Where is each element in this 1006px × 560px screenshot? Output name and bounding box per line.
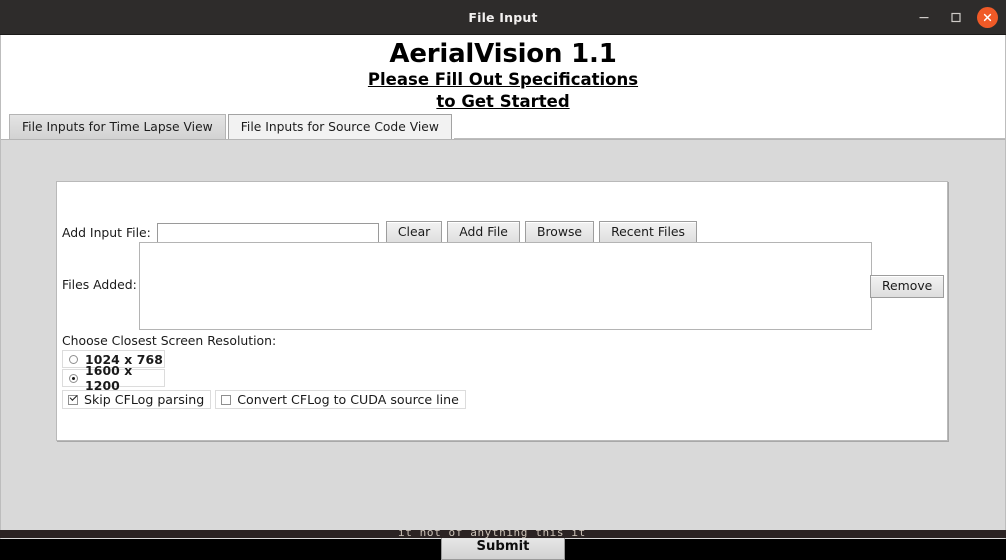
page-title: AerialVision 1.1	[389, 39, 617, 69]
radio-button-selected-icon	[69, 373, 78, 383]
background-terminal-sliver: it not of anything this it	[0, 530, 1006, 538]
checkbox-unchecked-icon	[221, 394, 232, 405]
tab-source-code-view[interactable]: File Inputs for Source Code View	[227, 114, 452, 139]
tab-time-lapse-view-label: File Inputs for Time Lapse View	[22, 120, 213, 134]
options-group: Skip CFLog parsing Convert CFLog to CUDA…	[62, 390, 470, 409]
page-subtitle-line-2: to Get Started	[436, 92, 570, 111]
checkbox-skip-cflog-parsing-label: Skip CFLog parsing	[84, 392, 205, 407]
tab-strip: File Inputs for Time Lapse View File Inp…	[1, 113, 1005, 139]
tab-strip-filler	[453, 113, 1005, 139]
window-title: File Input	[468, 9, 538, 25]
window-controls	[913, 0, 998, 34]
screen-resolution-group: 1024 x 768 1600 x 1200	[62, 350, 165, 393]
background-terminal-text: it not of anything this it	[398, 530, 586, 538]
close-icon[interactable]	[977, 6, 998, 28]
file-action-buttons: Clear Add File Browse Recent Files	[385, 221, 698, 244]
tab-time-lapse-view[interactable]: File Inputs for Time Lapse View	[9, 114, 226, 139]
radio-1600x1200[interactable]: 1600 x 1200	[62, 363, 165, 393]
maximize-icon[interactable]	[945, 6, 967, 28]
add-file-button[interactable]: Add File	[447, 221, 520, 244]
screen-resolution-label: Choose Closest Screen Resolution:	[62, 333, 277, 348]
file-input-panel: Add Input File: Clear Add File Browse Re…	[56, 181, 948, 441]
add-input-file-label: Add Input File:	[62, 225, 151, 240]
add-input-file-field[interactable]	[156, 222, 379, 243]
remove-button[interactable]: Remove	[870, 275, 945, 298]
minimize-icon[interactable]	[913, 6, 935, 28]
client-area: AerialVision 1.1 Please Fill Out Specifi…	[0, 35, 1006, 560]
header-block: AerialVision 1.1 Please Fill Out Specifi…	[1, 35, 1005, 113]
checkbox-skip-cflog-parsing[interactable]: Skip CFLog parsing	[62, 390, 212, 409]
checkbox-checked-icon	[68, 394, 78, 405]
files-added-label: Files Added:	[62, 277, 137, 292]
checkbox-convert-cflog-to-cuda-label: Convert CFLog to CUDA source line	[237, 392, 459, 407]
titlebar: File Input	[0, 0, 1006, 35]
file-input-window: File Input AerialVision 1.1 Please Fill …	[0, 0, 1006, 560]
radio-button-icon	[69, 354, 78, 364]
add-input-file-row: Add Input File: Clear Add File Browse Re…	[62, 221, 698, 244]
tab-source-code-view-label: File Inputs for Source Code View	[240, 120, 439, 134]
clear-button[interactable]: Clear	[385, 221, 443, 244]
radio-1600x1200-label: 1600 x 1200	[85, 363, 133, 393]
page-subtitle-line-1: Please Fill Out Specifications	[367, 70, 639, 89]
browse-button[interactable]: Browse	[524, 221, 595, 244]
files-added-list[interactable]	[139, 242, 872, 330]
checkbox-convert-cflog-to-cuda[interactable]: Convert CFLog to CUDA source line	[215, 390, 466, 409]
recent-files-button[interactable]: Recent Files	[599, 221, 698, 244]
